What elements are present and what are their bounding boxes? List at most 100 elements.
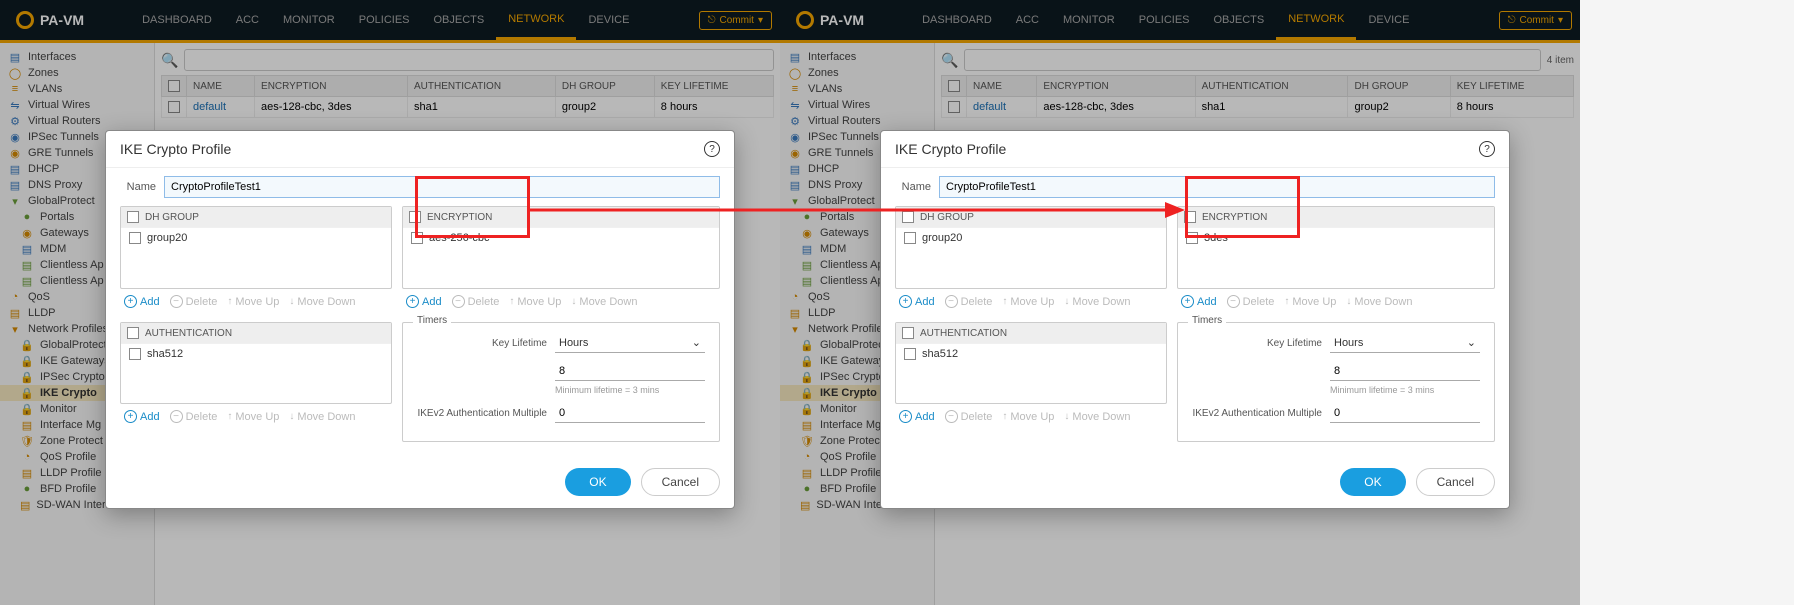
- col-authentication[interactable]: AUTHENTICATION: [408, 76, 556, 97]
- nav-monitor[interactable]: MONITOR: [271, 0, 347, 40]
- move-down-button[interactable]: ↓Move Down: [571, 296, 637, 308]
- delete-button[interactable]: −Delete: [452, 295, 500, 308]
- nav-device[interactable]: DEVICE: [576, 0, 641, 40]
- nav-acc[interactable]: ACC: [224, 0, 271, 40]
- item-checkbox[interactable]: [411, 232, 423, 244]
- help-icon[interactable]: ?: [704, 141, 720, 157]
- key-lifetime-unit-select[interactable]: Hours⌄: [555, 333, 705, 353]
- name-input[interactable]: [164, 176, 720, 198]
- encryption-item[interactable]: aes-256-cbc: [403, 227, 719, 248]
- nav-policies[interactable]: POLICIES: [1127, 0, 1202, 40]
- dh-group-item[interactable]: group20: [121, 227, 391, 248]
- add-button[interactable]: +Add: [899, 410, 935, 423]
- col-authentication[interactable]: AUTHENTICATION: [1195, 76, 1348, 97]
- col-dh-group[interactable]: DH GROUP: [555, 76, 654, 97]
- search-input[interactable]: [184, 49, 774, 71]
- nav-dashboard[interactable]: DASHBOARD: [130, 0, 224, 40]
- add-button[interactable]: +Add: [1181, 295, 1217, 308]
- commit-button[interactable]: ⎋ Commit ▾: [1499, 11, 1572, 30]
- search-input[interactable]: [964, 49, 1540, 71]
- select-all-checkbox[interactable]: [948, 80, 960, 92]
- delete-button[interactable]: −Delete: [170, 295, 218, 308]
- move-up-button[interactable]: ↑Move Up: [1002, 296, 1054, 308]
- sidebar-item-virtual-routers[interactable]: ⚙Virtual Routers: [780, 113, 934, 129]
- delete-button[interactable]: −Delete: [945, 295, 993, 308]
- key-lifetime-value-input[interactable]: [1330, 361, 1480, 381]
- move-up-button[interactable]: ↑Move Up: [227, 296, 279, 308]
- table-row[interactable]: default aes-128-cbc, 3des sha1 group2 8 …: [162, 97, 774, 118]
- nav-device[interactable]: DEVICE: [1356, 0, 1421, 40]
- col-key-lifetime[interactable]: KEY LIFETIME: [1450, 76, 1573, 97]
- sidebar-item-virtual-wires[interactable]: ⇋Virtual Wires: [0, 97, 154, 113]
- move-up-button[interactable]: ↑Move Up: [1284, 296, 1336, 308]
- help-icon[interactable]: ?: [1479, 141, 1495, 157]
- key-lifetime-unit-select[interactable]: Hours⌄: [1330, 333, 1480, 353]
- col-dh-group[interactable]: DH GROUP: [1348, 76, 1450, 97]
- item-checkbox[interactable]: [904, 348, 916, 360]
- row-name-link[interactable]: default: [973, 101, 1006, 113]
- name-input[interactable]: [939, 176, 1495, 198]
- auth-item[interactable]: sha512: [896, 343, 1166, 364]
- sidebar-item-zones[interactable]: ◯Zones: [780, 65, 934, 81]
- encryption-item[interactable]: 3des: [1178, 227, 1494, 248]
- auth-select-all[interactable]: [127, 327, 139, 339]
- sidebar-item-zones[interactable]: ◯Zones: [0, 65, 154, 81]
- nav-dashboard[interactable]: DASHBOARD: [910, 0, 1004, 40]
- col-encryption[interactable]: ENCRYPTION: [1037, 76, 1195, 97]
- dh-group-select-all[interactable]: [902, 211, 914, 223]
- col-encryption[interactable]: ENCRYPTION: [255, 76, 408, 97]
- sidebar-item-vlans[interactable]: ≡VLANs: [0, 81, 154, 97]
- move-down-button[interactable]: ↓Move Down: [1064, 411, 1130, 423]
- key-lifetime-value-input[interactable]: [555, 361, 705, 381]
- item-checkbox[interactable]: [1186, 232, 1198, 244]
- dh-group-select-all[interactable]: [127, 211, 139, 223]
- move-down-button[interactable]: ↓Move Down: [289, 296, 355, 308]
- add-button[interactable]: +Add: [124, 295, 160, 308]
- sidebar-item-virtual-routers[interactable]: ⚙Virtual Routers: [0, 113, 154, 129]
- sidebar-item-vlans[interactable]: ≡VLANs: [780, 81, 934, 97]
- auth-select-all[interactable]: [902, 327, 914, 339]
- move-up-button[interactable]: ↑Move Up: [509, 296, 561, 308]
- ikev2-multiple-input[interactable]: [1330, 403, 1480, 423]
- row-name-link[interactable]: default: [193, 101, 226, 113]
- row-checkbox[interactable]: [948, 101, 960, 113]
- move-down-button[interactable]: ↓Move Down: [1064, 296, 1130, 308]
- nav-policies[interactable]: POLICIES: [347, 0, 422, 40]
- nav-network[interactable]: NETWORK: [1276, 0, 1356, 40]
- ok-button[interactable]: OK: [565, 468, 630, 496]
- add-button[interactable]: +Add: [406, 295, 442, 308]
- col-key-lifetime[interactable]: KEY LIFETIME: [654, 76, 773, 97]
- move-up-button[interactable]: ↑Move Up: [227, 411, 279, 423]
- item-checkbox[interactable]: [904, 232, 916, 244]
- nav-objects[interactable]: OBJECTS: [1202, 0, 1277, 40]
- ok-button[interactable]: OK: [1340, 468, 1405, 496]
- add-button[interactable]: +Add: [124, 410, 160, 423]
- row-checkbox[interactable]: [168, 101, 180, 113]
- item-checkbox[interactable]: [129, 348, 141, 360]
- delete-button[interactable]: −Delete: [170, 410, 218, 423]
- commit-button[interactable]: ⎋ Commit ▾: [699, 11, 772, 30]
- sidebar-item-virtual-wires[interactable]: ⇋Virtual Wires: [780, 97, 934, 113]
- sidebar-item-interfaces[interactable]: ▤Interfaces: [780, 49, 934, 65]
- delete-button[interactable]: −Delete: [945, 410, 993, 423]
- nav-network[interactable]: NETWORK: [496, 0, 576, 40]
- auth-item[interactable]: sha512: [121, 343, 391, 364]
- col-name[interactable]: NAME: [967, 76, 1037, 97]
- move-down-button[interactable]: ↓Move Down: [289, 411, 355, 423]
- move-up-button[interactable]: ↑Move Up: [1002, 411, 1054, 423]
- move-down-button[interactable]: ↓Move Down: [1346, 296, 1412, 308]
- select-all-checkbox[interactable]: [168, 80, 180, 92]
- delete-button[interactable]: −Delete: [1227, 295, 1275, 308]
- nav-monitor[interactable]: MONITOR: [1051, 0, 1127, 40]
- enc-select-all[interactable]: [1184, 211, 1196, 223]
- enc-select-all[interactable]: [409, 211, 421, 223]
- item-checkbox[interactable]: [129, 232, 141, 244]
- add-button[interactable]: +Add: [899, 295, 935, 308]
- nav-objects[interactable]: OBJECTS: [422, 0, 497, 40]
- cancel-button[interactable]: Cancel: [641, 468, 720, 496]
- table-row[interactable]: default aes-128-cbc, 3des sha1 group2 8 …: [942, 97, 1574, 118]
- sidebar-item-interfaces[interactable]: ▤Interfaces: [0, 49, 154, 65]
- col-name[interactable]: NAME: [187, 76, 255, 97]
- cancel-button[interactable]: Cancel: [1416, 468, 1495, 496]
- nav-acc[interactable]: ACC: [1004, 0, 1051, 40]
